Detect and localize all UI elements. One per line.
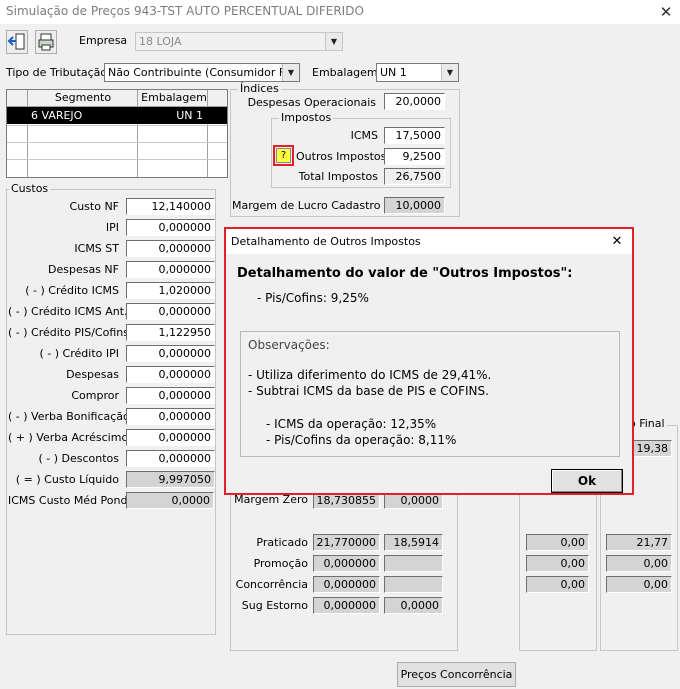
concorrencia-field-2 — [384, 576, 443, 593]
op-line: - Pis/Cofins da operação: 8,11% — [266, 433, 457, 447]
custos-row-field[interactable]: 0,000000 — [126, 408, 215, 425]
embalagem-select[interactable]: UN 1 ▼ — [376, 63, 459, 82]
custos-row-label: Despesas — [66, 368, 119, 381]
right-col2-field-2: 0,00 — [606, 555, 672, 572]
right-col2-field-1: 21,77 — [606, 534, 672, 551]
despesas-op-field[interactable]: 20,0000 — [384, 93, 445, 110]
observacoes-label: Observações: — [248, 338, 330, 352]
promocao-field: 0,000000 — [313, 555, 380, 572]
margem-label: Margem de Lucro Cadastro — [232, 199, 381, 212]
op-line: - ICMS da operação: 12,35% — [266, 417, 437, 431]
total-impostos-label: Total Impostos — [298, 170, 378, 183]
outros-impostos-label: Outros Impostos — [296, 150, 387, 163]
praticado-field-1: 21,770000 — [313, 534, 380, 551]
custos-row-field[interactable]: 0,000000 — [126, 366, 215, 383]
right-col1-field-2: 0,00 — [526, 555, 589, 572]
right-col1-field-1: 0,00 — [526, 534, 589, 551]
print-button[interactable] — [35, 30, 57, 54]
custos-row-label: ( - ) Crédito ICMS — [25, 284, 119, 297]
praticado-field-2: 18,5914 — [384, 534, 443, 551]
custos-row-label: ICMS ST — [74, 242, 119, 255]
tributacao-label: Tipo de Tributação — [6, 66, 108, 79]
custos-row-label: Despesas NF — [48, 263, 119, 276]
observacoes-panel: Observações: - Utiliza diferimento do IC… — [240, 331, 620, 457]
outros-impostos-dialog: Detalhamento de Outros Impostos ✕ Detalh… — [224, 227, 634, 495]
custos-row-field[interactable]: 1,020000 — [126, 282, 215, 299]
custos-row-label: Compror — [71, 389, 119, 402]
concorrencia-label: Concorrência — [235, 578, 308, 591]
tributacao-select[interactable]: Não Contribuinte (Consumidor Final) ▼ — [104, 63, 300, 82]
custos-row-field[interactable]: 12,140000 — [126, 198, 215, 215]
col-embalagem: Embalagem — [141, 91, 207, 104]
right-col2-field-3: 0,00 — [606, 576, 672, 593]
custos-row-field[interactable]: 1,122950 — [126, 324, 215, 341]
margem-field: 10,0000 — [384, 197, 445, 214]
close-icon[interactable]: ✕ — [655, 1, 677, 23]
custos-label: Custos — [9, 182, 51, 195]
chevron-down-icon: ▼ — [325, 33, 342, 50]
empresa-select[interactable]: 18 LOJA ▼ — [135, 32, 343, 51]
custos-row-field[interactable]: 0,000000 — [126, 387, 215, 404]
custos-row-label: ICMS Custo Méd Pond. — [8, 494, 131, 507]
impostos-label: Impostos — [279, 111, 334, 124]
dialog-close-icon[interactable]: ✕ — [608, 233, 626, 251]
exit-button[interactable] — [6, 30, 28, 54]
empresa-label: Empresa — [79, 34, 128, 47]
obs-line: - Utiliza diferimento do ICMS de 29,41%. — [248, 368, 492, 382]
printer-icon — [38, 33, 54, 51]
icms-label: ICMS — [350, 129, 378, 142]
custos-row-label: ( - ) Crédito PIS/Cofins — [8, 326, 129, 339]
chevron-down-icon: ▼ — [441, 64, 458, 81]
total-impostos-field: 26,7500 — [384, 168, 445, 185]
segment-grid[interactable]: Segmento Embalagem 6 VAREJO UN 1 — [6, 89, 228, 178]
custos-row-label: ( - ) Descontos — [38, 452, 119, 465]
custos-row-field[interactable]: 0,000000 — [126, 345, 215, 362]
custos-row-field[interactable]: 0,000000 — [126, 429, 215, 446]
dialog-heading: Detalhamento do valor de "Outros Imposto… — [237, 266, 573, 281]
indices-label: Índices — [238, 82, 281, 95]
icms-field[interactable]: 17,5000 — [384, 127, 445, 144]
praticado-label: Praticado — [256, 536, 308, 549]
custos-row-field[interactable]: 0,000000 — [126, 219, 215, 236]
embalagem-value: UN 1 — [380, 66, 407, 79]
custos-row-label: ( - ) Crédito ICMS Ant. — [8, 305, 128, 318]
promocao-label: Promoção — [253, 557, 308, 570]
tributacao-value: Não Contribuinte (Consumidor Final) — [108, 66, 300, 79]
despesas-op-label: Despesas Operacionais — [247, 96, 376, 109]
help-icon[interactable]: ? — [276, 148, 291, 163]
custos-row-label: ( + ) Verba Acréscimo — [8, 431, 129, 444]
row-embalagem: UN 1 — [176, 109, 203, 122]
custos-row-label: ( - ) Verba Bonificação — [8, 410, 130, 423]
right-col1-field-3: 0,00 — [526, 576, 589, 593]
sug-estorno-label: Sug Estorno — [241, 599, 308, 612]
sug-estorno-field-1: 0,000000 — [313, 597, 380, 614]
outros-impostos-field[interactable]: 9,2500 — [384, 148, 445, 165]
precos-concorrencia-button[interactable]: Preços Concorrência — [397, 662, 516, 687]
custos-row-field[interactable]: 0,000000 — [126, 240, 215, 257]
embalagem-label: Embalagem — [312, 66, 378, 79]
custos-row-label: Custo NF — [69, 200, 119, 213]
exit-icon — [7, 33, 25, 50]
promocao-field-2 — [384, 555, 443, 572]
sug-estorno-field-2: 0,0000 — [384, 597, 443, 614]
pis-line: - Pis/Cofins: 9,25% — [257, 291, 369, 305]
obs-line: - Subtrai ICMS da base de PIS e COFINS. — [248, 384, 489, 398]
custos-row-label: ( = ) Custo Líquido — [15, 473, 119, 486]
row-segmento: 6 VAREJO — [31, 109, 83, 122]
custos-row-field[interactable]: 0,000000 — [126, 450, 215, 467]
chevron-down-icon: ▼ — [282, 64, 299, 81]
margem-zero-label: Margem Zero — [234, 493, 308, 506]
col-segmento: Segmento — [54, 91, 112, 104]
custos-row-field[interactable]: 0,000000 — [126, 261, 215, 278]
custos-row-field: 9,997050 — [126, 471, 215, 488]
custos-row-field[interactable]: 0,000000 — [126, 303, 215, 320]
concorrencia-field: 0,000000 — [313, 576, 380, 593]
empresa-value: 18 LOJA — [139, 35, 182, 48]
window-title: Simulação de Preços 943-TST AUTO PERCENT… — [6, 4, 364, 18]
ok-button[interactable]: Ok — [551, 469, 623, 493]
custos-row-field: 0,0000 — [126, 492, 214, 509]
custos-row-label: ( - ) Crédito IPI — [39, 347, 119, 360]
custos-row-label: IPI — [105, 221, 119, 234]
dialog-title: Detalhamento de Outros Impostos — [231, 235, 421, 248]
